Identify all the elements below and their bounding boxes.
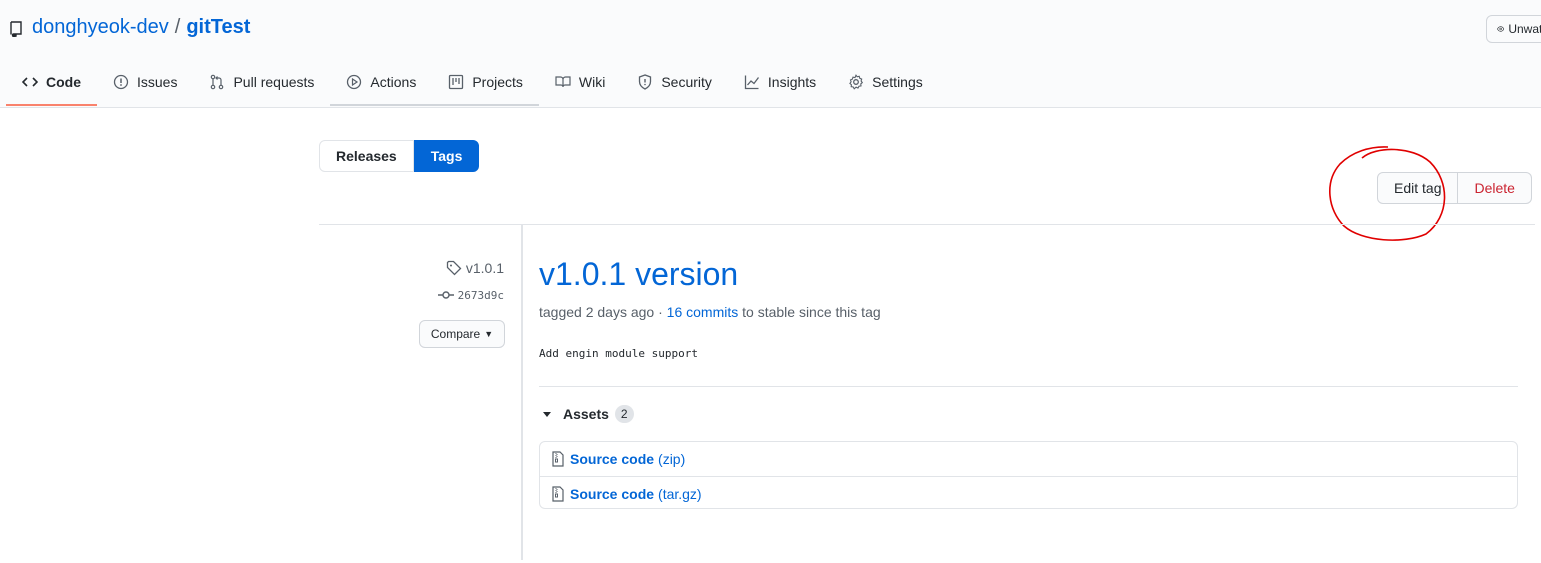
- compare-dropdown[interactable]: Compare ▼: [419, 320, 505, 348]
- assets-count: 2: [614, 405, 634, 423]
- tag-icon: [446, 260, 462, 276]
- tab-security-label: Security: [661, 74, 712, 90]
- book-icon: [555, 76, 571, 88]
- release-body: Add engin module support: [539, 347, 698, 360]
- commit-sha: 2673d9c: [457, 288, 504, 302]
- repo-icon: [8, 20, 24, 38]
- delete-button[interactable]: Delete: [1458, 172, 1532, 204]
- releases-tab[interactable]: Releases: [319, 140, 414, 172]
- tab-projects[interactable]: Projects: [432, 60, 539, 106]
- tab-actions[interactable]: Actions: [330, 60, 433, 106]
- shield-icon: [639, 74, 652, 90]
- repo-nav: Code Issues Pull requests Actions Projec…: [6, 60, 939, 108]
- tab-settings[interactable]: Settings: [832, 60, 939, 106]
- assets-list: Source code (zip) Source code (tar.gz): [539, 441, 1518, 509]
- repo-name-link[interactable]: gitTest: [186, 16, 250, 39]
- zip-file-icon: [552, 451, 564, 467]
- tab-issues-label: Issues: [137, 74, 178, 90]
- asset-name: Source code: [570, 451, 655, 467]
- gear-icon: [849, 74, 864, 90]
- timeline-divider: [521, 225, 523, 560]
- releases-tags-toggle: Releases Tags: [319, 140, 480, 172]
- tag-actions: Edit tag Delete: [1377, 172, 1532, 204]
- tab-code-label: Code: [46, 74, 81, 90]
- tab-projects-label: Projects: [472, 74, 523, 90]
- asset-item[interactable]: Source code (tar.gz): [540, 476, 1517, 510]
- project-icon: [449, 74, 464, 90]
- tab-pull-requests-label: Pull requests: [233, 74, 315, 90]
- asset-ext: (zip): [658, 451, 686, 467]
- release-meta: tagged 2 days ago · 16 commits to stable…: [539, 304, 881, 320]
- tab-settings-label: Settings: [872, 74, 923, 90]
- tab-security[interactable]: Security: [621, 60, 728, 106]
- release-title[interactable]: v1.0.1 version: [539, 256, 738, 293]
- tab-wiki[interactable]: Wiki: [539, 60, 621, 106]
- asset-item[interactable]: Source code (zip): [540, 442, 1517, 476]
- commits-link[interactable]: 16 commits: [667, 304, 739, 320]
- repo-owner-link[interactable]: donghyeok-dev: [32, 16, 169, 39]
- release-divider: [539, 386, 1518, 387]
- caret-down-icon: ▼: [484, 329, 494, 339]
- play-icon: [347, 74, 362, 90]
- tab-pull-requests[interactable]: Pull requests: [193, 60, 330, 106]
- tagged-text: tagged 2 days ago ·: [539, 304, 667, 320]
- repo-title: donghyeok-dev / gitTest: [8, 16, 250, 39]
- graph-icon: [744, 75, 759, 90]
- header-divider: [319, 224, 1535, 225]
- tag-name: v1.0.1: [465, 260, 504, 276]
- tag-meta[interactable]: v1.0.1: [446, 260, 504, 276]
- commit-meta[interactable]: 2673d9c: [437, 287, 504, 303]
- repo-separator: /: [174, 16, 181, 38]
- compare-label: Compare: [430, 327, 481, 341]
- issue-icon: [113, 74, 129, 90]
- tab-insights-label: Insights: [767, 74, 817, 90]
- pull-request-icon: [211, 74, 224, 90]
- asset-name: Source code: [570, 485, 655, 502]
- assets-label: Assets: [563, 406, 609, 422]
- repo-header: donghyeok-dev / gitTest Unwatch Code Iss…: [0, 0, 1541, 108]
- tags-tab[interactable]: Tags: [413, 140, 480, 172]
- triangle-down-icon: [543, 411, 551, 417]
- zip-file-icon: [552, 485, 564, 502]
- edit-tag-button[interactable]: Edit tag: [1377, 172, 1459, 204]
- code-icon: [22, 77, 38, 87]
- commit-icon: [437, 291, 454, 299]
- asset-ext: (tar.gz): [658, 485, 702, 502]
- watch-button[interactable]: Unwatch: [1486, 15, 1541, 43]
- tab-insights[interactable]: Insights: [728, 60, 832, 106]
- tab-issues[interactable]: Issues: [97, 60, 193, 106]
- tab-code[interactable]: Code: [6, 60, 97, 106]
- watch-label: Unwatch: [1508, 22, 1541, 36]
- tab-wiki-label: Wiki: [578, 74, 606, 90]
- eye-icon: [1497, 26, 1505, 32]
- assets-toggle[interactable]: Assets 2: [539, 405, 634, 423]
- tab-actions-label: Actions: [370, 74, 417, 90]
- since-text: to stable since this tag: [738, 304, 881, 320]
